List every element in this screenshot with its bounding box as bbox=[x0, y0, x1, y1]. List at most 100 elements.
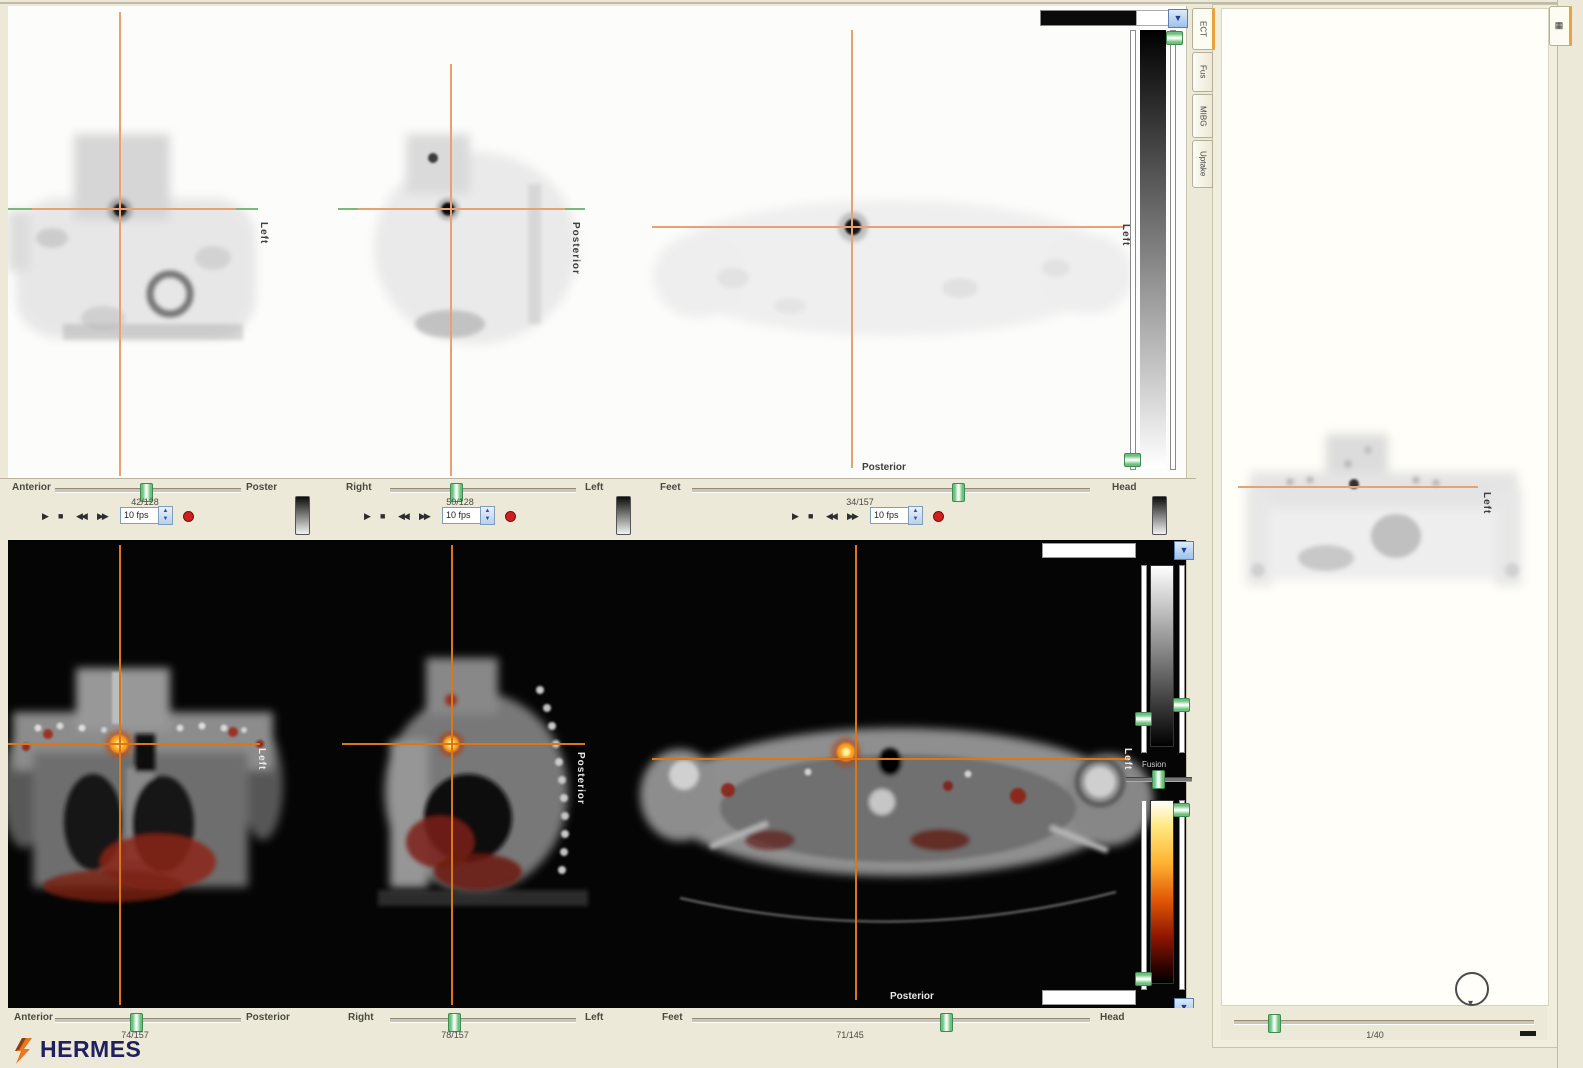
series-tab-3[interactable]: MIBG bbox=[1192, 94, 1213, 138]
colormap-thumbnail[interactable] bbox=[295, 496, 310, 535]
orientation-label: Posterior bbox=[862, 462, 906, 473]
stop-button[interactable]: ■ bbox=[58, 508, 63, 524]
stop-button[interactable]: ■ bbox=[380, 508, 385, 524]
slice-slider-track[interactable] bbox=[390, 488, 576, 493]
orientation-label: Left bbox=[1122, 748, 1132, 770]
slider-left-label: Anterior bbox=[12, 482, 51, 493]
slider-left-label: Right bbox=[348, 1012, 374, 1023]
reference-slider-thumb[interactable] bbox=[1268, 1014, 1281, 1033]
play-button[interactable]: ▶ bbox=[42, 508, 49, 524]
crosshair-horizontal-axial[interactable] bbox=[652, 226, 1125, 228]
fps-spinner[interactable]: ▲▼ bbox=[158, 506, 173, 525]
record-button[interactable] bbox=[505, 511, 516, 522]
pet-window-track[interactable] bbox=[1179, 800, 1185, 990]
series-tab-1[interactable]: ECT bbox=[1192, 8, 1215, 50]
crosshair-vertical-coronal-fused[interactable] bbox=[119, 545, 121, 1005]
play-button[interactable]: ▶ bbox=[792, 508, 799, 524]
step-forward-button[interactable]: ▶▶ bbox=[847, 508, 857, 524]
ct-grayscale-colorbar bbox=[1150, 565, 1174, 747]
slice-slider-track[interactable] bbox=[390, 1018, 576, 1023]
slider-left-label: Feet bbox=[660, 482, 681, 493]
colormap-dropdown-button[interactable]: ▼ bbox=[1168, 9, 1188, 28]
colormap-preview[interactable] bbox=[1040, 10, 1138, 26]
crosshair-horizontal-axial-fused[interactable] bbox=[652, 758, 1130, 760]
crosshair-horizontal-sagittal[interactable] bbox=[338, 208, 585, 210]
crosshair-tick bbox=[236, 208, 258, 210]
slider-right-label: Left bbox=[585, 1012, 603, 1023]
slider-right-label: Poster bbox=[246, 482, 277, 493]
crosshair-tick bbox=[338, 208, 358, 210]
series-tab-1-label: ECT bbox=[1199, 21, 1207, 37]
orientation-label: Left bbox=[258, 222, 268, 244]
slider-left-label: Feet bbox=[662, 1012, 683, 1023]
crosshair-vertical-axial[interactable] bbox=[851, 30, 853, 468]
step-forward-button[interactable]: ▶▶ bbox=[419, 508, 429, 524]
fps-input[interactable]: 10 fps bbox=[870, 507, 909, 524]
slice-slider-track[interactable] bbox=[692, 488, 1090, 493]
pet-upper-thumb[interactable] bbox=[1173, 803, 1190, 817]
colormap-thumbnail[interactable] bbox=[616, 496, 631, 535]
slice-slider-thumb[interactable] bbox=[952, 483, 965, 502]
orientation-label: Posterior bbox=[890, 991, 934, 1002]
series-tab-4-label: Uptake bbox=[1199, 151, 1207, 176]
step-back-button[interactable]: ◀◀ bbox=[76, 508, 86, 524]
fused-images bbox=[8, 540, 1186, 1008]
play-button[interactable]: ▶ bbox=[364, 508, 371, 524]
window-upper-thumb[interactable] bbox=[1166, 31, 1183, 45]
ct-colormap-preview[interactable] bbox=[1042, 543, 1136, 558]
slice-counter: 71/145 bbox=[810, 1030, 890, 1040]
step-back-button[interactable]: ◀◀ bbox=[826, 508, 836, 524]
crosshair-vertical-sagittal[interactable] bbox=[450, 64, 452, 476]
crosshair-horizontal-sagittal-fused[interactable] bbox=[342, 743, 585, 745]
slice-counter: 78/157 bbox=[415, 1030, 495, 1040]
reference-crosshair-line[interactable] bbox=[1238, 486, 1478, 488]
ct-colormap-dropdown-button[interactable]: ▼ bbox=[1174, 541, 1194, 560]
slider-right-label: Left bbox=[585, 482, 603, 493]
crosshair-vertical-axial-fused[interactable] bbox=[855, 545, 857, 1000]
fusion-slider-thumb[interactable] bbox=[1152, 770, 1165, 789]
orientation-label: Left bbox=[1120, 224, 1130, 246]
slice-slider-track[interactable] bbox=[692, 1018, 1090, 1023]
colormap-thumbnail[interactable] bbox=[1152, 496, 1167, 535]
ct-window-track[interactable] bbox=[1179, 565, 1185, 753]
window-lower-thumb[interactable] bbox=[1124, 453, 1141, 467]
fps-spinner[interactable]: ▲▼ bbox=[908, 506, 923, 525]
pet-colormap-preview[interactable] bbox=[1042, 990, 1136, 1005]
level-slider-track[interactable] bbox=[1130, 30, 1136, 470]
record-button[interactable] bbox=[933, 511, 944, 522]
series-tab-2[interactable]: Fus bbox=[1192, 52, 1213, 92]
fps-input[interactable]: 10 fps bbox=[120, 507, 159, 524]
pet-lower-thumb[interactable] bbox=[1135, 972, 1152, 986]
record-button[interactable] bbox=[183, 511, 194, 522]
slice-slider-track[interactable] bbox=[55, 1018, 241, 1023]
slice-counter: 42/128 bbox=[105, 497, 185, 507]
series-tab-4[interactable]: Uptake bbox=[1192, 140, 1213, 188]
crosshair-vertical-sagittal-fused[interactable] bbox=[451, 545, 453, 1005]
reference-slider-value: 1/40 bbox=[1335, 1030, 1415, 1040]
pet-hot-colorbar bbox=[1150, 800, 1174, 984]
nm-images bbox=[8, 6, 1186, 476]
fps-input[interactable]: 10 fps bbox=[442, 507, 481, 524]
colormap-preview-end bbox=[1136, 10, 1170, 26]
minimize-icon[interactable] bbox=[1520, 1031, 1536, 1036]
series-tab-3-label: MIBG bbox=[1199, 106, 1207, 126]
stop-button[interactable]: ■ bbox=[808, 508, 813, 524]
step-forward-button[interactable]: ▶▶ bbox=[97, 508, 107, 524]
slice-slider-thumb[interactable] bbox=[940, 1013, 953, 1032]
ct-window-thumb[interactable] bbox=[1173, 698, 1190, 712]
fps-spinner[interactable]: ▲▼ bbox=[480, 506, 495, 525]
ct-level-thumb[interactable] bbox=[1135, 712, 1152, 726]
pet-level-track[interactable] bbox=[1141, 800, 1147, 990]
slider-right-label: Head bbox=[1112, 482, 1136, 493]
crosshair-horizontal-coronal[interactable] bbox=[8, 208, 258, 210]
series-tab-2-label: Fus bbox=[1199, 65, 1207, 78]
side-panel-tab[interactable]: ▦ bbox=[1549, 6, 1572, 46]
step-back-button[interactable]: ◀◀ bbox=[398, 508, 408, 524]
orientation-label: Posterior bbox=[570, 222, 580, 275]
crosshair-tick bbox=[565, 208, 585, 210]
slider-left-label: Anterior bbox=[14, 1012, 53, 1023]
crosshair-vertical-coronal[interactable] bbox=[119, 12, 121, 476]
crosshair-horizontal-coronal-fused[interactable] bbox=[8, 743, 260, 745]
window-slider-track[interactable] bbox=[1170, 30, 1176, 470]
slice-counter: 34/157 bbox=[820, 497, 900, 507]
